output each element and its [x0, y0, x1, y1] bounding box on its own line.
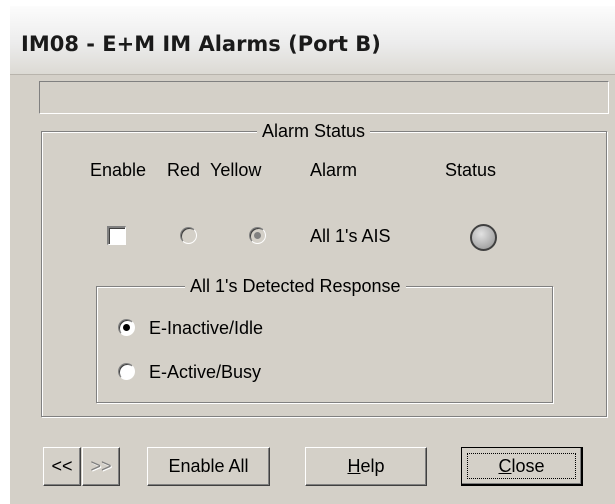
e-inactive-idle-radio-dot [123, 324, 130, 331]
alarms-dialog: IM08 - E+M IM Alarms (Port B) Alarm Stat… [9, 5, 615, 504]
close-focus-rect [467, 453, 576, 479]
detected-response-legend: All 1's Detected Response [185, 276, 406, 296]
window-title: IM08 - E+M IM Alarms (Port B) [21, 32, 381, 56]
enable-alarm-checkbox[interactable] [107, 226, 126, 245]
detected-response-group [96, 286, 553, 403]
e-inactive-idle-radio[interactable] [118, 319, 135, 336]
status-led-indicator [470, 224, 497, 251]
yellow-column-header: Yellow [210, 160, 262, 180]
help-mnemonic: H [347, 456, 361, 476]
status-column-header: Status [445, 160, 497, 180]
help-button[interactable]: Help [305, 447, 427, 486]
red-column-header: Red [167, 160, 201, 180]
close-button[interactable]: Close [461, 447, 583, 486]
e-inactive-idle-label[interactable]: E-Inactive/Idle [149, 318, 263, 338]
e-active-busy-radio[interactable] [118, 363, 135, 380]
alarm-name-label: All 1's AIS [310, 226, 391, 246]
next-button[interactable]: >> [82, 447, 120, 486]
help-label-rest: elp [360, 456, 385, 476]
yellow-radio[interactable] [249, 227, 266, 244]
yellow-radio-dot [254, 232, 261, 239]
title-bar[interactable]: IM08 - E+M IM Alarms (Port B) [10, 6, 615, 75]
prev-button[interactable]: << [43, 447, 81, 486]
status-message-field [39, 81, 609, 114]
enable-column-header: Enable [90, 160, 147, 180]
enable-all-button[interactable]: Enable All [147, 447, 270, 486]
red-radio[interactable] [180, 227, 197, 244]
e-active-busy-label[interactable]: E-Active/Busy [149, 362, 261, 382]
alarm-column-header: Alarm [310, 160, 358, 180]
alarm-status-legend: Alarm Status [257, 121, 371, 141]
